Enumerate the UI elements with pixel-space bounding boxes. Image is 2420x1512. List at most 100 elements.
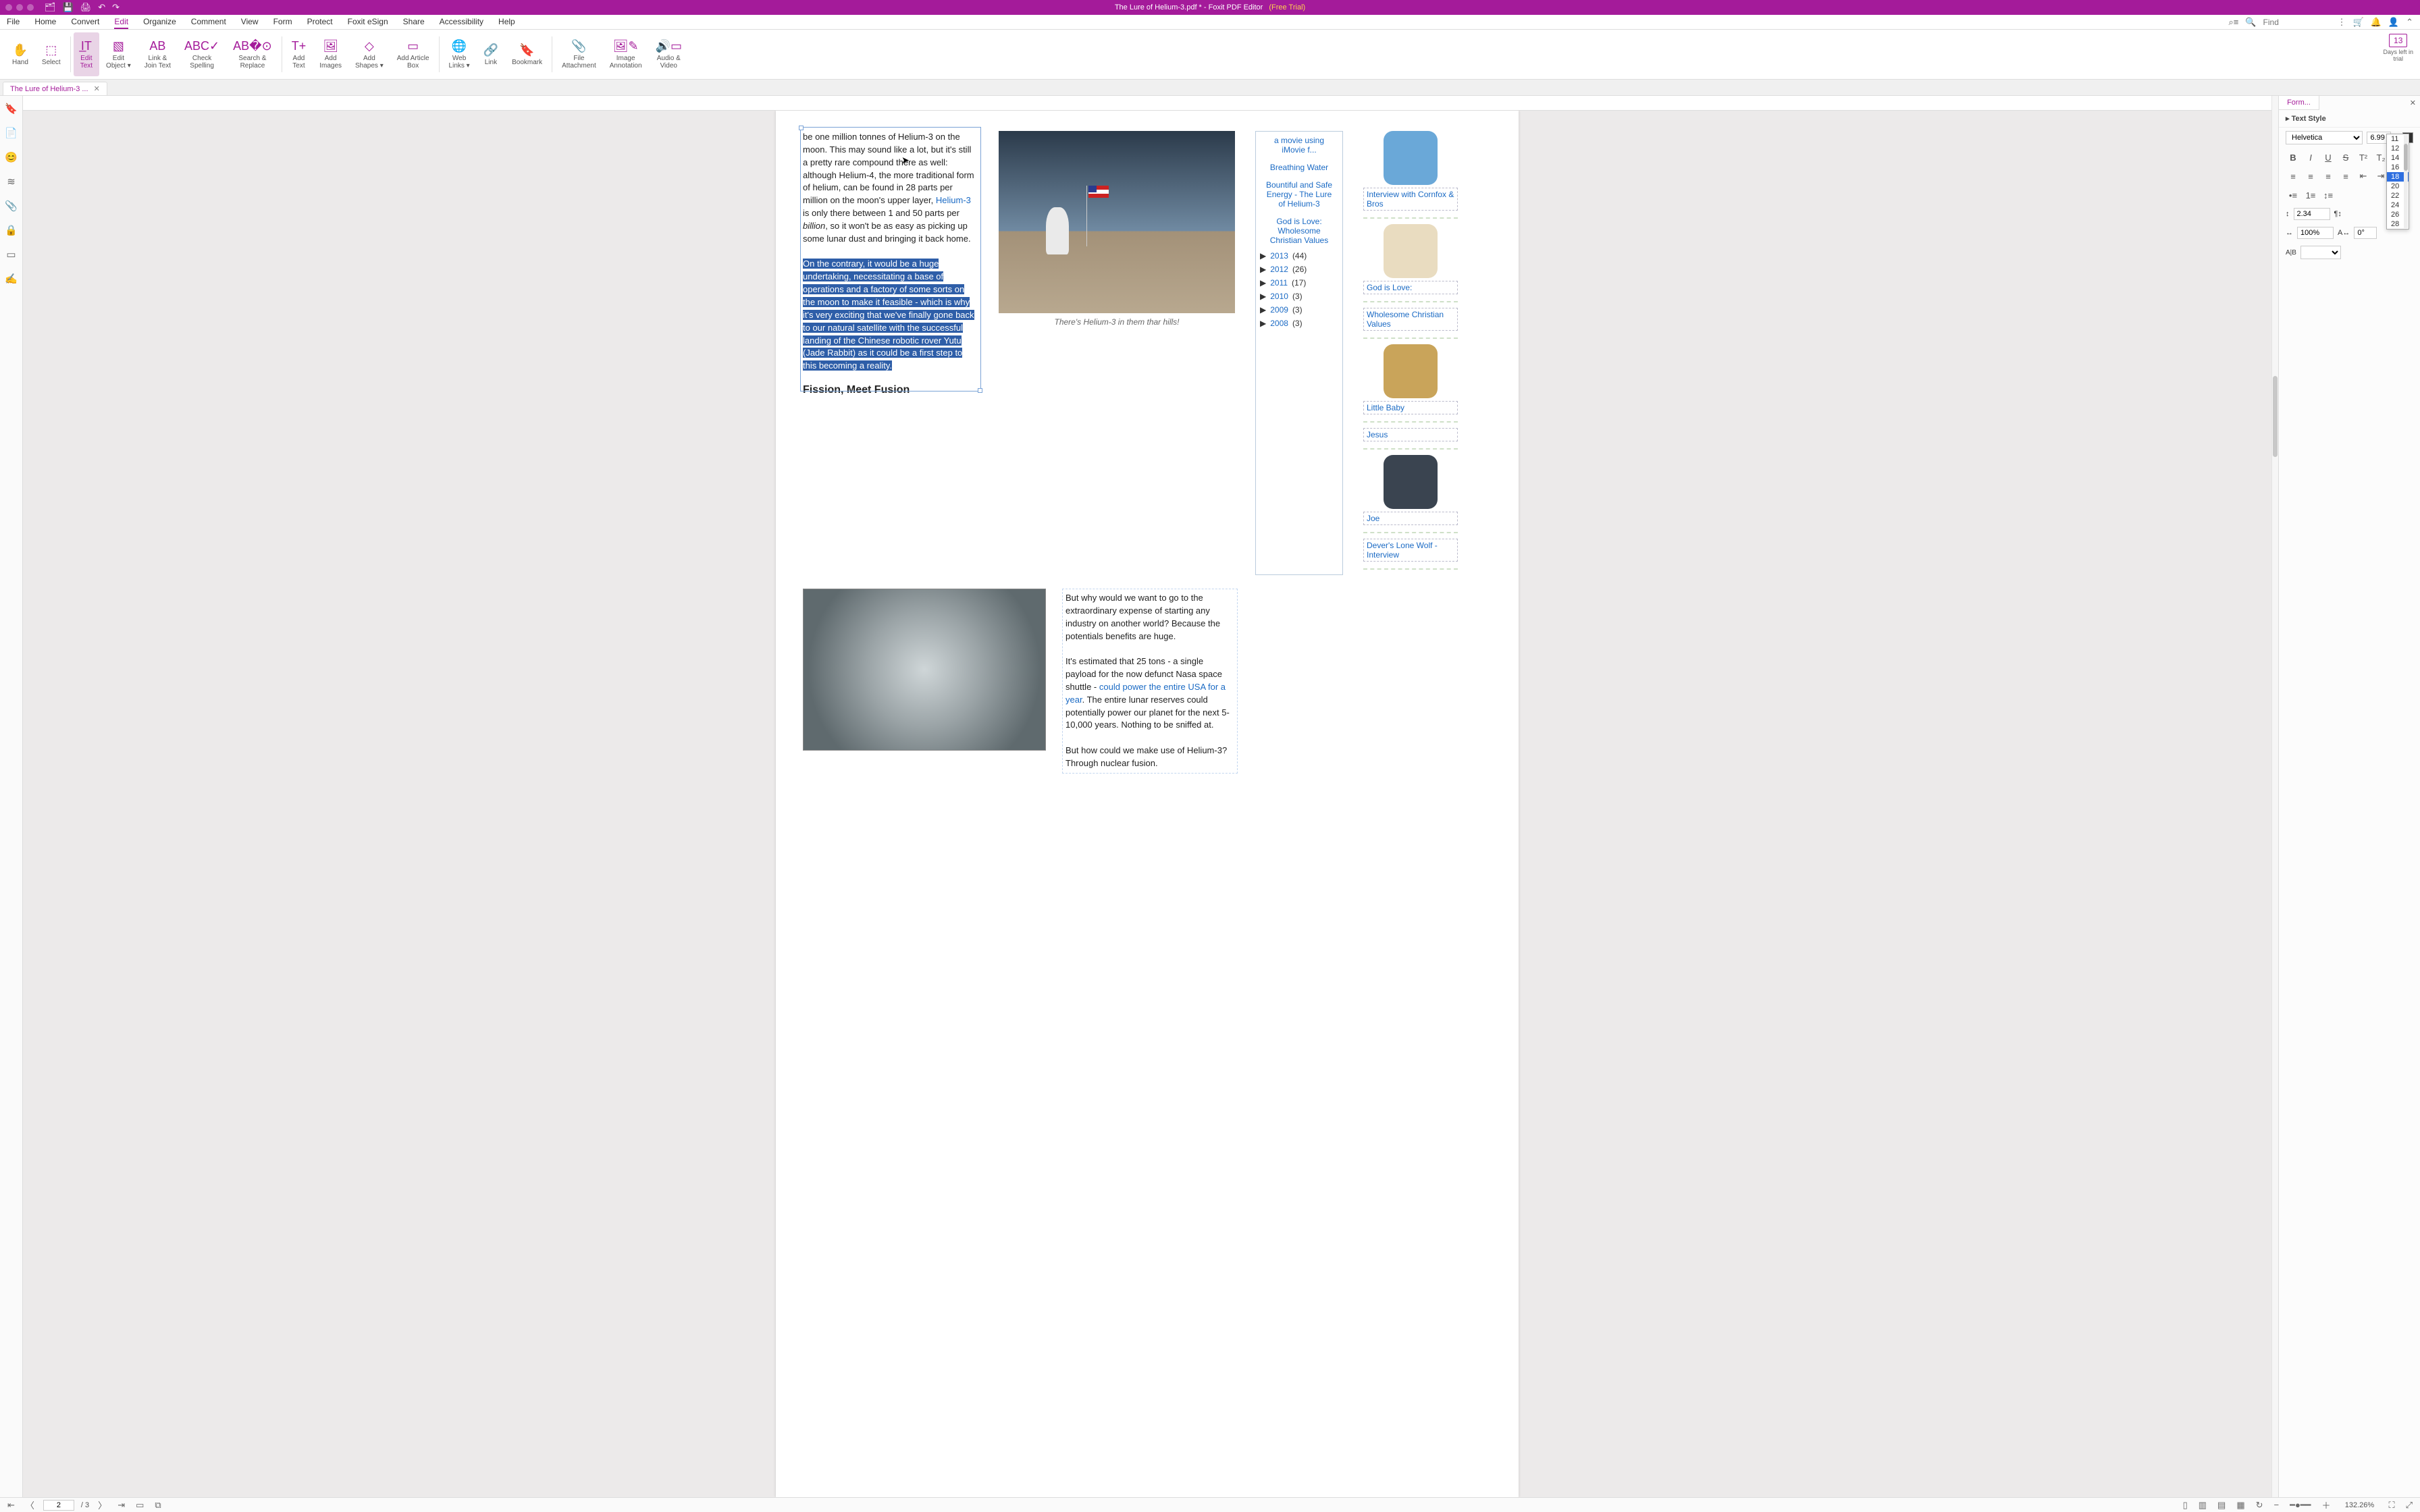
format-panel-tab[interactable]: Form... xyxy=(2279,96,2319,110)
body-text[interactable]: But how could we make use of Helium-3? T… xyxy=(1066,745,1234,770)
article-thumbnail[interactable] xyxy=(1384,224,1438,278)
archive-year-row[interactable]: ▶ 2010 (3) xyxy=(1256,290,1342,303)
body-text[interactable]: be one million tonnes of Helium-3 on the… xyxy=(803,132,974,205)
fullscreen-icon[interactable]: ⤢ xyxy=(2404,1500,2415,1511)
redo-icon[interactable]: ↷ xyxy=(112,2,120,13)
horizontal-scale-input[interactable] xyxy=(2297,227,2334,239)
text-block-editing[interactable]: be one million tonnes of Helium-3 on the… xyxy=(803,131,978,575)
article-title-link[interactable]: Interview with Cornfox & Bros xyxy=(1363,188,1458,211)
body-text[interactable]: , so it won't be as easy as picking up s… xyxy=(803,221,971,244)
rotate-input[interactable] xyxy=(2354,227,2377,239)
tool-select[interactable]: ⬚Select xyxy=(35,32,68,76)
menu-foxit-esign[interactable]: Foxit eSign xyxy=(348,16,388,29)
comments-icon[interactable]: 😊 xyxy=(5,151,18,163)
body-text[interactable]: But why would we want to go to the extra… xyxy=(1066,592,1234,643)
italic-button[interactable]: I xyxy=(2303,151,2318,164)
last-page-icon[interactable]: ⇥ xyxy=(115,1500,127,1511)
traffic-lights[interactable] xyxy=(5,4,34,11)
menu-convert[interactable]: Convert xyxy=(71,16,99,29)
expand-icon[interactable]: ▶ xyxy=(1260,265,1266,274)
open-icon[interactable]: 🗂 xyxy=(45,2,56,13)
fit-page-icon[interactable]: ⛶ xyxy=(2386,1500,2396,1511)
document-viewport[interactable]: be one million tonnes of Helium-3 on the… xyxy=(23,96,2271,1497)
figure-caption[interactable]: There's Helium-3 in them thar hills! xyxy=(999,317,1235,327)
italic-text[interactable]: billion xyxy=(803,221,825,231)
menu-comment[interactable]: Comment xyxy=(191,16,226,29)
reactor-image[interactable] xyxy=(803,589,1046,751)
archive-link[interactable]: a movie using iMovie f... xyxy=(1256,132,1342,159)
first-page-icon[interactable]: ⇤ xyxy=(5,1500,17,1511)
zoom-slider[interactable]: ━●━━ xyxy=(2288,1500,2313,1511)
tool-search-replace[interactable]: AB�⊙Search & Replace xyxy=(226,32,279,76)
menu-help[interactable]: Help xyxy=(498,16,515,29)
tool-hand[interactable]: ✋Hand xyxy=(5,32,35,76)
year-link[interactable]: 2009 xyxy=(1270,305,1288,315)
fields-icon[interactable]: ▭ xyxy=(6,248,16,261)
body-text[interactable]: . The entire lunar reserves could potent… xyxy=(1066,695,1230,730)
archive-link[interactable]: God is Love: Wholesome Christian Values xyxy=(1256,213,1342,249)
text-style-section-title[interactable]: ▸ Text Style xyxy=(2279,110,2420,128)
body-text[interactable]: is only there between 1 and 50 parts per xyxy=(803,208,959,218)
zoom-level-label[interactable]: 132.26% xyxy=(2339,1501,2379,1509)
layers-icon[interactable]: ≋ xyxy=(7,176,16,188)
article-thumbnail[interactable] xyxy=(1384,131,1438,185)
menu-accessibility[interactable]: Accessibility xyxy=(440,16,483,29)
notification-icon[interactable]: 🔔 xyxy=(2371,17,2382,28)
year-link[interactable]: 2008 xyxy=(1270,319,1288,328)
expand-icon[interactable]: ▶ xyxy=(1260,292,1266,301)
menu-form[interactable]: Form xyxy=(273,16,292,29)
strikethrough-button[interactable]: S xyxy=(2338,151,2353,164)
zoom-in-icon[interactable]: ＋ xyxy=(2319,1498,2332,1511)
zoom-out-icon[interactable]: − xyxy=(2272,1500,2282,1510)
inline-link[interactable]: Helium-3 xyxy=(936,195,971,205)
archive-year-row[interactable]: ▶ 2013 (44) xyxy=(1256,249,1342,263)
print-icon[interactable]: 🖨 xyxy=(80,2,92,13)
archive-year-row[interactable]: ▶ 2011 (17) xyxy=(1256,276,1342,290)
tool-edit-object[interactable]: ▧Edit Object ▾ xyxy=(99,32,138,76)
view-mode-1-icon[interactable]: ▯ xyxy=(2181,1500,2190,1511)
tool-add-shapes[interactable]: ◇Add Shapes ▾ xyxy=(348,32,390,76)
numbered-list-button[interactable]: 1≡ xyxy=(2303,188,2318,202)
tool-add-article-box[interactable]: ▭Add Article Box xyxy=(390,32,436,76)
menu-edit[interactable]: Edit xyxy=(114,16,128,29)
vertical-scrollbar[interactable] xyxy=(2271,96,2278,1497)
align-justify-button[interactable]: ≡ xyxy=(2338,169,2353,183)
tool-bookmark[interactable]: 🔖Bookmark xyxy=(505,32,549,76)
expand-icon[interactable]: ▶ xyxy=(1260,305,1266,315)
archive-year-row[interactable]: ▶ 2009 (3) xyxy=(1256,303,1342,317)
next-page-icon[interactable]: 〉 xyxy=(96,1498,109,1511)
year-link[interactable]: 2010 xyxy=(1270,292,1288,301)
line-spacing-button[interactable]: ↕≡ xyxy=(2321,188,2336,202)
highlighted-selection[interactable]: On the contrary, it would be a huge unde… xyxy=(803,259,974,371)
align-left-button[interactable]: ≡ xyxy=(2286,169,2300,183)
menu-organize[interactable]: Organize xyxy=(143,16,176,29)
article-title-link[interactable]: Jesus xyxy=(1363,428,1458,441)
security-icon[interactable]: 🔒 xyxy=(5,224,18,236)
find-input[interactable] xyxy=(2263,18,2331,27)
tool-audio-video[interactable]: 🔊▭Audio & Video xyxy=(649,32,689,76)
view-mode-4-icon[interactable]: ▦ xyxy=(2234,1500,2246,1511)
expand-icon[interactable]: ▶ xyxy=(1260,319,1266,328)
tool-add-text[interactable]: T+Add Text xyxy=(285,32,313,76)
article-thumbnail[interactable] xyxy=(1384,344,1438,398)
zoom-window-icon[interactable] xyxy=(27,4,34,11)
align-right-button[interactable]: ≡ xyxy=(2321,169,2336,183)
dropdown-scrollbar-thumb[interactable] xyxy=(2404,144,2408,171)
indent-decrease-button[interactable]: ⇤ xyxy=(2356,169,2371,183)
article-title-link[interactable]: Wholesome Christian Values xyxy=(1363,308,1458,331)
moon-landing-image[interactable] xyxy=(999,131,1235,313)
year-link[interactable]: 2012 xyxy=(1270,265,1288,274)
font-size-dropdown[interactable]: 11121416182022242628 xyxy=(2386,134,2409,230)
line-spacing-input[interactable] xyxy=(2294,208,2330,220)
menu-protect[interactable]: Protect xyxy=(307,16,333,29)
article-thumbnail[interactable] xyxy=(1384,455,1438,509)
scrollbar-thumb[interactable] xyxy=(2273,376,2278,457)
year-link[interactable]: 2011 xyxy=(1270,278,1288,288)
expand-icon[interactable]: ▶ xyxy=(1260,251,1266,261)
close-window-icon[interactable] xyxy=(5,4,12,11)
tool-link[interactable]: 🔗Link xyxy=(477,32,505,76)
tool-link-join-text[interactable]: ABLink & Join Text xyxy=(138,32,178,76)
article-title-link[interactable]: Little Baby xyxy=(1363,401,1458,414)
tool-image-annotation[interactable]: 🖼✎Image Annotation xyxy=(603,32,649,76)
page-layout-a-icon[interactable]: ▭ xyxy=(134,1500,146,1511)
